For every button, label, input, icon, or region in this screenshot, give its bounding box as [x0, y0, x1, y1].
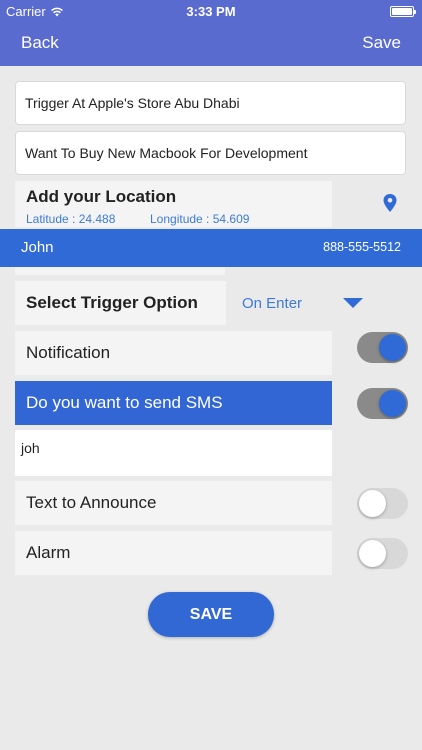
- battery-icon: [390, 6, 416, 17]
- save-button[interactable]: SAVE: [148, 592, 274, 637]
- trigger-name-field[interactable]: Trigger At Apple's Store Abu Dhabi: [15, 81, 406, 125]
- notification-row: Notification: [15, 331, 332, 375]
- sms-contact-input[interactable]: joh: [15, 430, 332, 476]
- sms-label: Do you want to send SMS: [26, 393, 223, 412]
- longitude-label: Longitude : 54.609: [150, 212, 250, 226]
- contact-name: John: [21, 239, 54, 256]
- trigger-option-label: Select Trigger Option: [15, 281, 226, 325]
- contact-suggestion[interactable]: John 888-555-5512: [0, 229, 422, 267]
- alarm-row: Alarm: [15, 531, 332, 575]
- trigger-description-field[interactable]: Want To Buy New Macbook For Development: [15, 131, 406, 175]
- trigger-option-value[interactable]: On Enter: [242, 295, 302, 312]
- announce-label: Text to Announce: [26, 493, 157, 512]
- status-bar: Carrier 3:33 PM: [0, 0, 422, 22]
- alarm-toggle[interactable]: [357, 538, 408, 569]
- sms-toggle[interactable]: [357, 388, 408, 419]
- announce-row: Text to Announce: [15, 481, 332, 525]
- toggle-knob: [379, 390, 406, 417]
- dropdown-arrow-icon[interactable]: [343, 298, 363, 308]
- announce-toggle[interactable]: [357, 488, 408, 519]
- latitude-label: Latitude : 24.488: [26, 212, 116, 226]
- toggle-knob: [359, 540, 386, 567]
- contact-phone: 888-555-5512: [323, 240, 401, 254]
- back-button[interactable]: Back: [21, 33, 59, 53]
- navigation-bar: Carrier 3:33 PM Back Save: [0, 0, 422, 66]
- status-time: 3:33 PM: [186, 4, 236, 19]
- toggle-knob: [359, 490, 386, 517]
- notification-toggle[interactable]: [357, 332, 408, 363]
- sms-row: Do you want to send SMS: [15, 381, 332, 425]
- location-title: Add your Location: [26, 187, 177, 206]
- alarm-label: Alarm: [26, 543, 71, 562]
- notification-label: Notification: [26, 343, 111, 362]
- toggle-knob: [379, 334, 406, 361]
- nav-save-button[interactable]: Save: [362, 33, 401, 53]
- partial-row: [15, 267, 225, 275]
- location-pin-icon[interactable]: [383, 194, 397, 212]
- location-card[interactable]: Add your Location Latitude : 24.488 Long…: [15, 181, 332, 227]
